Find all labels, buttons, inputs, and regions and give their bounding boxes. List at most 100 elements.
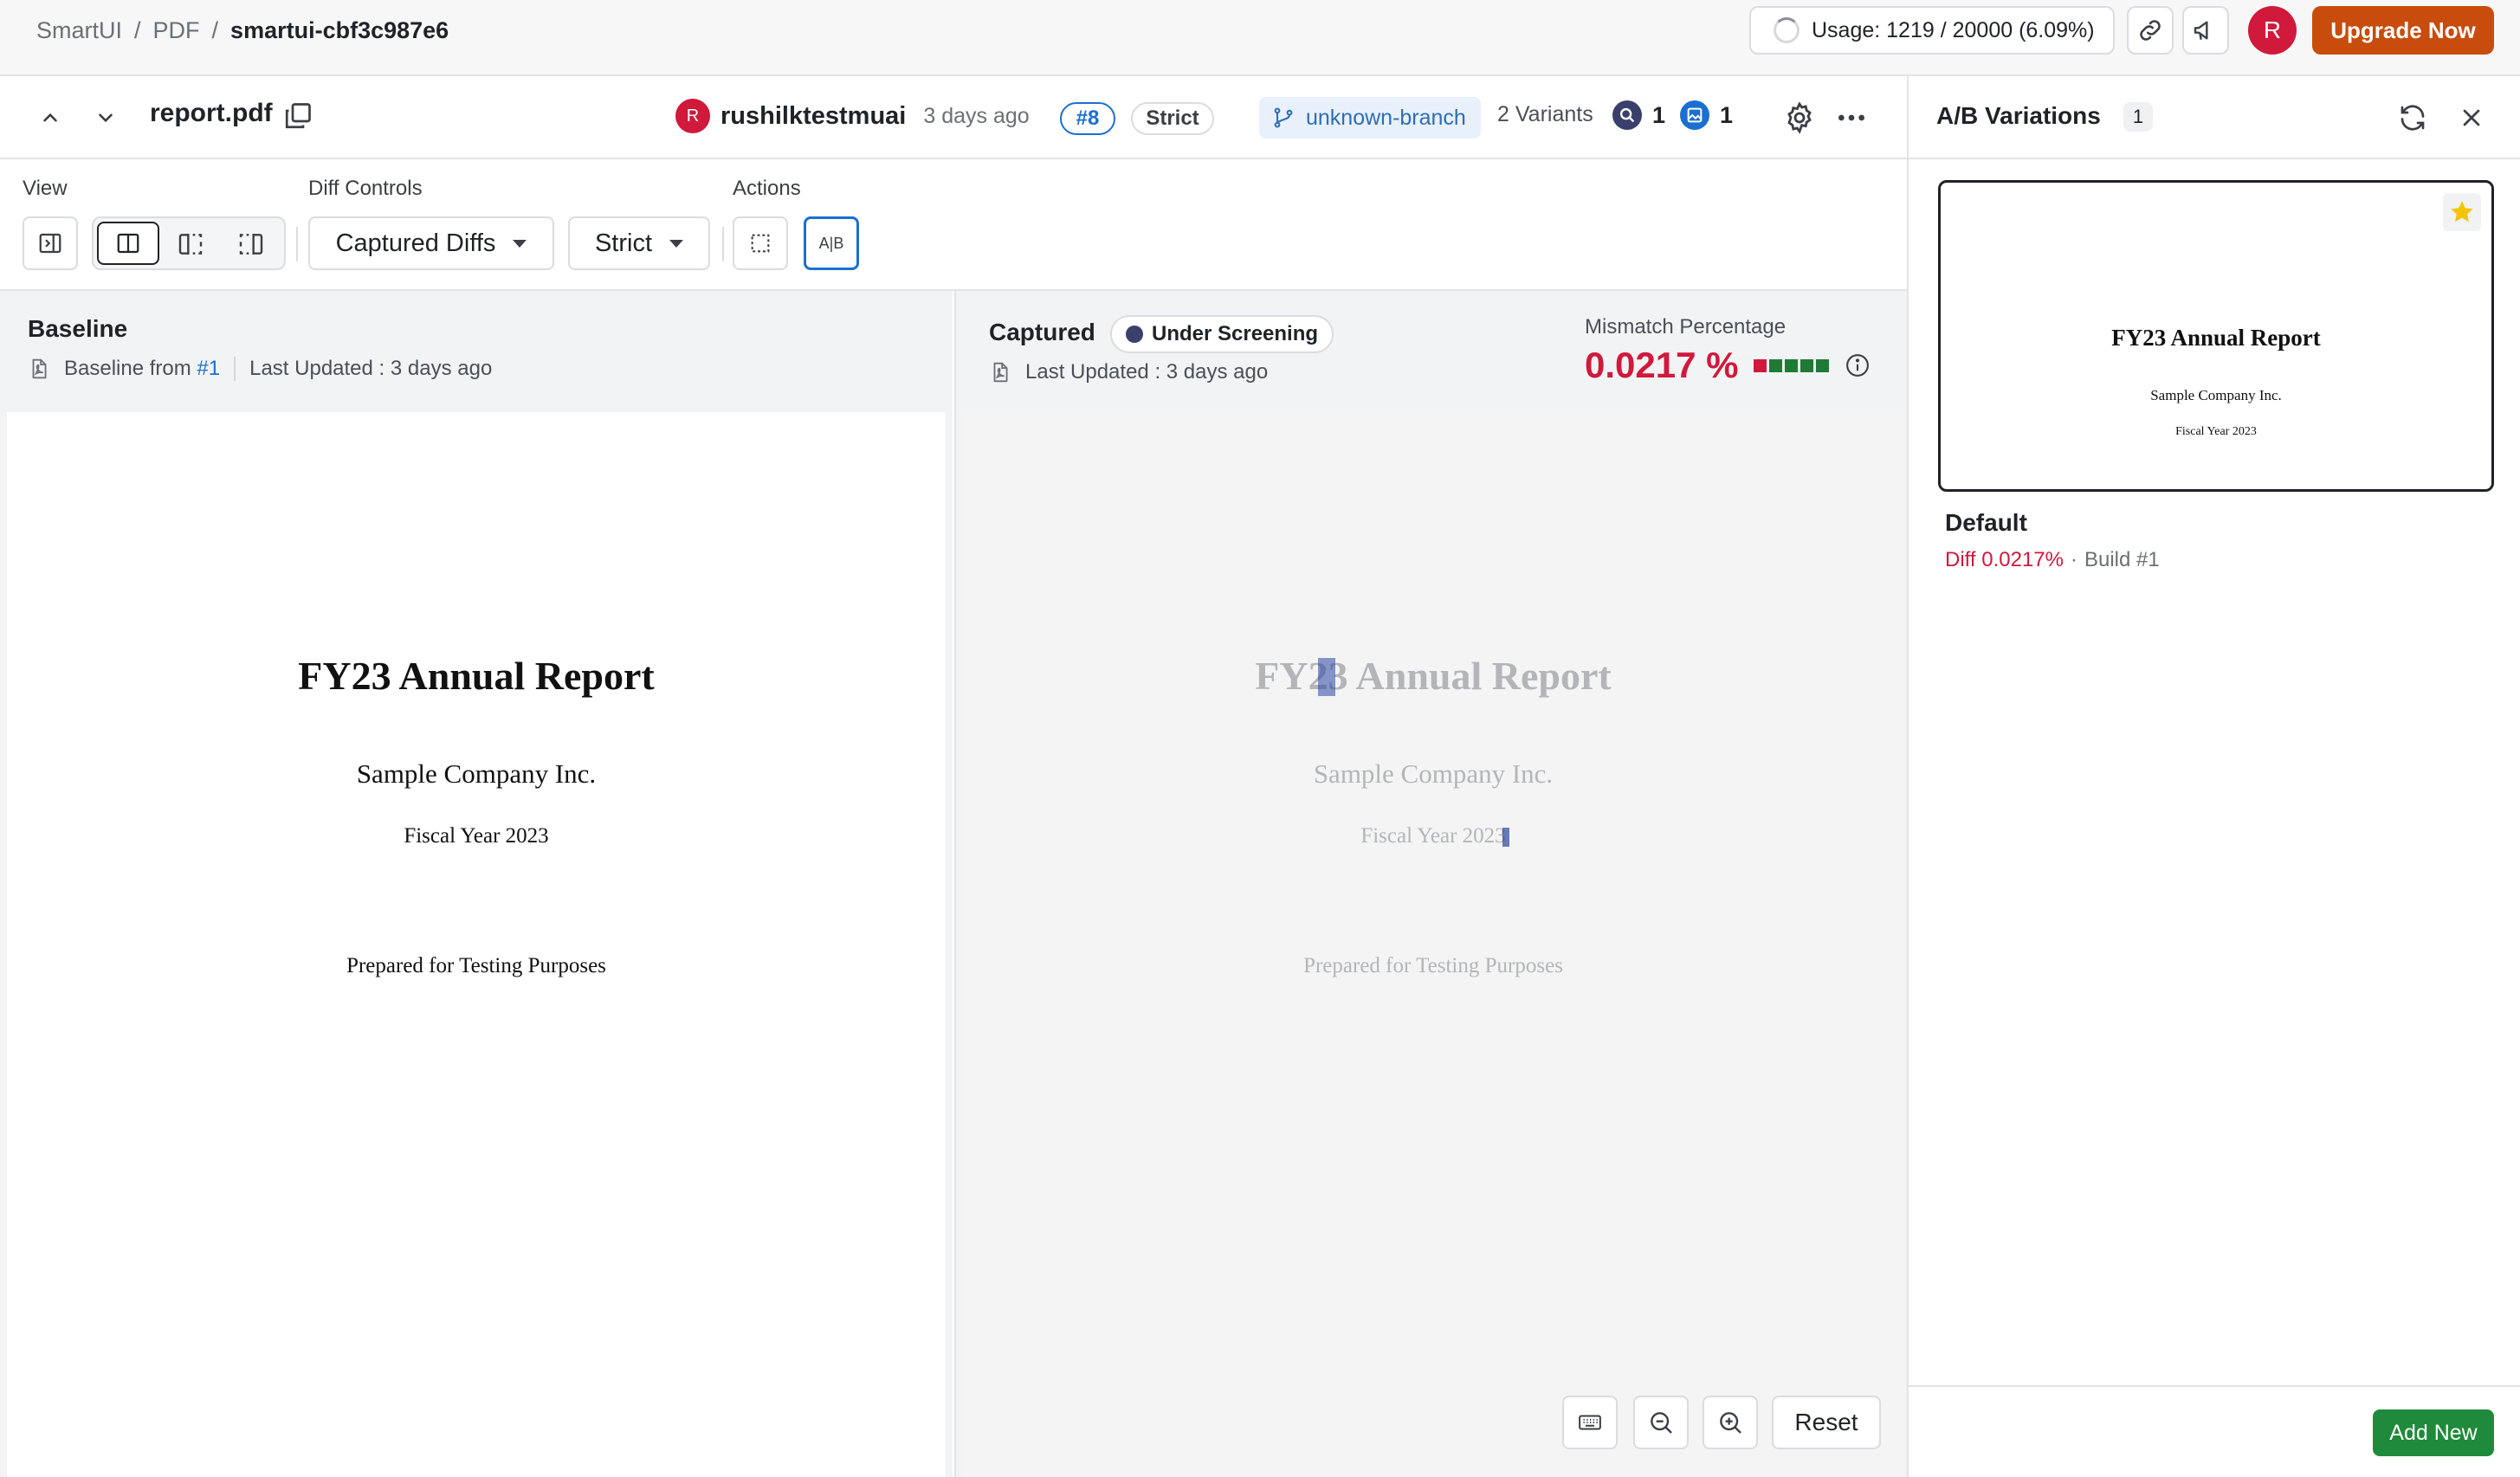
diff-type-dropdown[interactable]: Captured Diffs <box>308 216 554 270</box>
doc-fiscal-year: Fiscal Year 2023 <box>1360 824 1506 848</box>
chevron-up-icon <box>43 113 57 122</box>
view-overlay-left-button[interactable] <box>177 230 204 258</box>
status-text: Under Screening <box>1152 322 1319 345</box>
baseline-build-link[interactable]: #1 <box>197 357 220 380</box>
favorite-button[interactable] <box>2443 193 2481 231</box>
diff-highlight[interactable] <box>1318 658 1335 696</box>
star-icon <box>2451 201 2473 223</box>
thumb-title: FY23 Annual Report <box>2111 325 2321 351</box>
ab-panel-title: A/B Variations <box>1936 102 2101 129</box>
view-label: View <box>23 177 68 200</box>
caret-down-icon <box>513 239 527 248</box>
more-horizontal-icon <box>1838 114 1864 121</box>
view-mode-group <box>92 216 286 270</box>
baseline-document[interactable]: FY23 Annual Report Sample Company Inc. F… <box>7 412 946 1477</box>
breadcrumb-pdf[interactable]: PDF <box>153 17 200 44</box>
search-status-icon <box>1612 100 1642 130</box>
comparison-mode-dropdown[interactable]: Strict <box>568 216 710 270</box>
captured-document[interactable]: FY23 Annual Report Sample Company Inc. F… <box>961 412 1905 1477</box>
toolbar-divider <box>296 227 298 261</box>
breadcrumb-current: smartui-cbf3c987e6 <box>230 16 449 43</box>
announcements-button[interactable] <box>2182 6 2229 55</box>
mismatch-value: 0.0217 % <box>1585 345 1739 385</box>
caret-down-icon <box>669 239 684 248</box>
info-icon[interactable] <box>1845 352 1871 378</box>
variant-meta-separator: · <box>2070 548 2077 571</box>
git-branch-icon <box>1274 107 1293 128</box>
copy-icon <box>285 103 311 129</box>
diff-type-value: Captured Diffs <box>335 229 496 257</box>
refresh-button[interactable] <box>2397 102 2428 133</box>
settings-button[interactable] <box>1782 100 1817 135</box>
doc-title: FY23 Annual Report <box>1255 654 1612 698</box>
zoom-in-button[interactable] <box>1703 1396 1758 1449</box>
chevron-down-icon <box>99 113 113 123</box>
more-options-button[interactable] <box>1834 100 1869 135</box>
breadcrumb-separator: / <box>134 16 141 43</box>
branch-badge[interactable]: unknown-branch <box>1259 97 1481 139</box>
doc-company: Sample Company Inc. <box>1313 758 1554 789</box>
close-icon <box>2463 109 2480 126</box>
close-panel-button[interactable] <box>2458 104 2485 132</box>
view-overlay-right-button[interactable] <box>237 230 265 258</box>
panel-right-arrow-icon <box>39 233 61 254</box>
baseline-title: Baseline <box>28 315 128 342</box>
status-badge: Under Screening <box>1110 315 1334 353</box>
view-side-by-side-button[interactable] <box>97 222 159 265</box>
status-dot-icon <box>1126 326 1143 343</box>
copy-button[interactable] <box>282 100 313 132</box>
upgrade-now-button[interactable]: Upgrade Now <box>2312 6 2494 55</box>
zoom-in-icon <box>1720 1412 1741 1434</box>
share-link-button[interactable] <box>2127 6 2174 55</box>
author-info: R rushilktestmuai 3 days ago <box>675 99 1030 133</box>
baseline-source-prefix: Baseline from <box>64 357 191 380</box>
toolbar-divider <box>722 227 724 261</box>
variant-diff: Diff 0.0217% <box>1945 548 2064 571</box>
variant-meta: Diff 0.0217% · Build #1 <box>1945 548 2160 572</box>
variants-count[interactable]: 2 Variants <box>1497 102 1593 127</box>
meta-divider <box>234 357 236 381</box>
doc-title: FY23 Annual Report <box>298 654 655 698</box>
megaphone-icon <box>2194 21 2208 40</box>
split-right-icon <box>239 234 263 255</box>
zoom-out-button[interactable] <box>1633 1396 1689 1449</box>
meter-segment <box>1754 358 1767 372</box>
comparison-mode-value: Strict <box>594 229 653 257</box>
user-avatar[interactable]: R <box>2248 6 2297 55</box>
top-bar: SmartUI / PDF / smartui-cbf3c987e6 Usage… <box>0 0 2520 76</box>
ab-panel-count: 1 <box>2123 102 2153 132</box>
ab-panel-header: A/B Variations 1 <box>1909 76 2520 159</box>
previous-button[interactable] <box>33 100 68 135</box>
collapse-panel-button[interactable] <box>23 216 78 270</box>
mode-badge: Strict <box>1131 102 1214 135</box>
build-badge[interactable]: #8 <box>1060 102 1115 135</box>
ab-variations-button[interactable]: A|B <box>804 216 859 270</box>
baseline-pane: Baseline Baseline from #1 Last Updated :… <box>0 291 953 1477</box>
under-screening-count[interactable]: 1 <box>1612 100 1665 130</box>
breadcrumb-separator: / <box>211 16 219 43</box>
usage-indicator[interactable]: Usage: 1219 / 20000 (6.09%) <box>1749 6 2115 55</box>
diff-highlight[interactable] <box>1502 828 1509 847</box>
meter-segment <box>1769 358 1783 372</box>
breadcrumb: SmartUI / PDF / smartui-cbf3c987e6 <box>36 0 449 61</box>
usage-ring-icon <box>1774 17 1800 43</box>
split-left-icon <box>178 234 203 255</box>
keyboard-shortcuts-button[interactable] <box>1562 1396 1618 1449</box>
next-button[interactable] <box>88 100 123 135</box>
actions-label: Actions <box>733 177 801 200</box>
add-new-variant-button[interactable]: Add New <box>2373 1409 2494 1456</box>
variant-build: Build #1 <box>2084 548 2160 571</box>
select-region-button[interactable] <box>733 216 788 270</box>
select-region-icon <box>751 234 770 253</box>
variant-thumbnail[interactable]: FY23 Annual Report Sample Company Inc. F… <box>1938 180 2494 492</box>
file-name: report.pdf <box>150 99 273 127</box>
reset-zoom-button[interactable]: Reset <box>1772 1396 1881 1449</box>
author-name: rushilktestmuai <box>720 101 907 130</box>
gear-icon <box>1787 101 1812 134</box>
image-status-icon <box>1680 100 1709 130</box>
ab-panel-footer: Add New <box>1909 1385 2520 1477</box>
author-avatar: R <box>675 99 710 133</box>
breadcrumb-smartui[interactable]: SmartUI <box>36 17 122 44</box>
under-screening-count-value: 1 <box>1652 101 1666 128</box>
image-diff-count[interactable]: 1 <box>1680 100 1733 130</box>
